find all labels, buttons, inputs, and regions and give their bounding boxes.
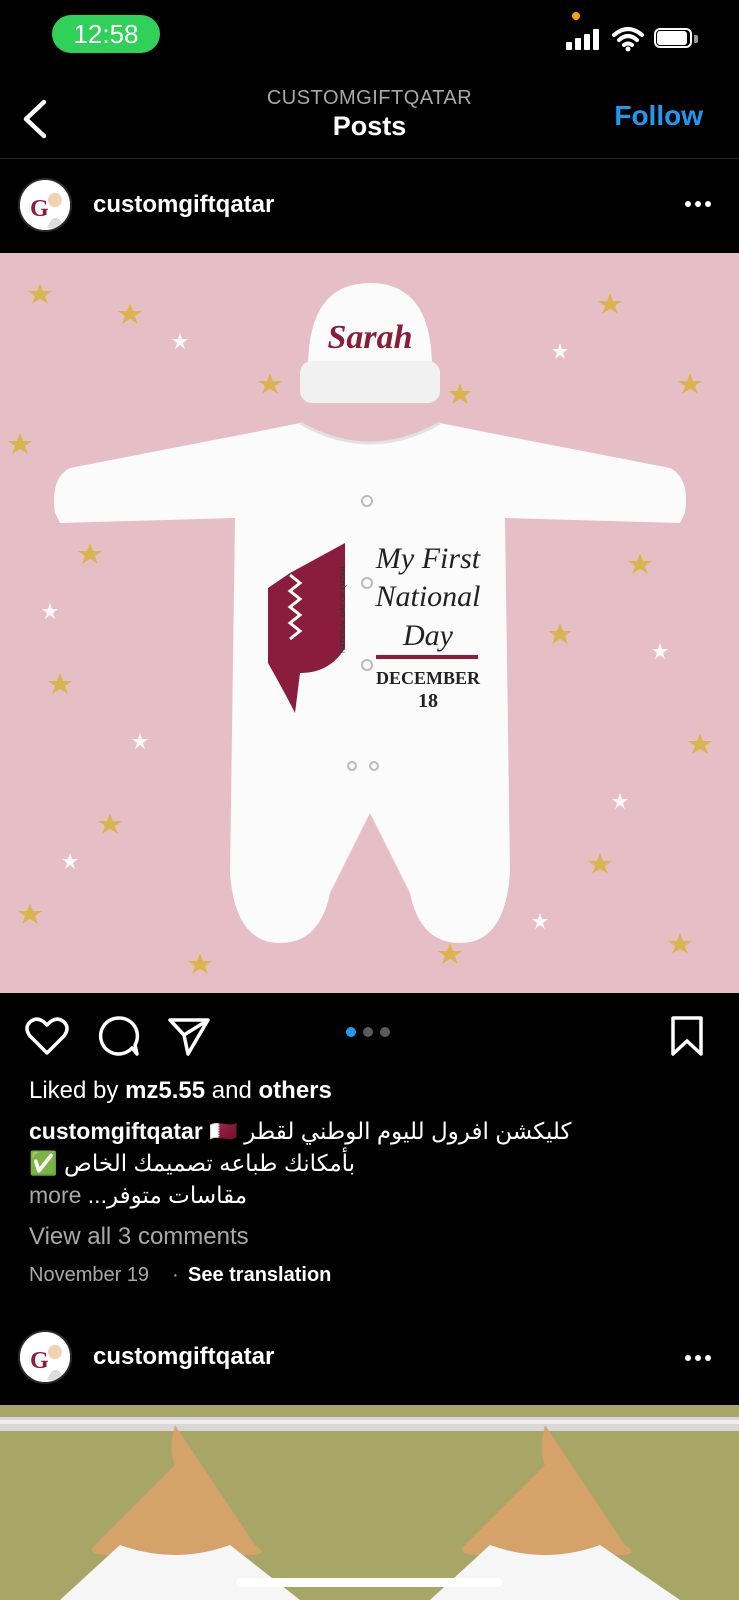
- meta-separator: ·: [172, 1264, 179, 1286]
- heart-icon[interactable]: [24, 1013, 70, 1059]
- post-username[interactable]: customgiftqatar: [93, 191, 274, 219]
- post2-username[interactable]: customgiftqatar: [93, 1343, 274, 1371]
- more-link[interactable]: more: [29, 1182, 81, 1208]
- print-line3: Day: [402, 619, 454, 652]
- battery-icon: [654, 28, 700, 50]
- caption-line-1: customgiftqatar كليكشن افرول لليوم الوطن…: [29, 1118, 572, 1145]
- print-day: 18: [418, 690, 438, 712]
- vertical-print-text: NATIONAL DAY OF QATAR: [340, 566, 347, 653]
- follow-button[interactable]: Follow: [614, 100, 703, 132]
- share-icon[interactable]: [166, 1013, 212, 1059]
- print-date: DECEMBER: [376, 668, 481, 688]
- view-comments-link[interactable]: View all 3 comments: [29, 1223, 249, 1251]
- liked-prefix: Liked by: [29, 1077, 126, 1104]
- romper-photo: Sarah NATIONAL DAY OF QATAR My First Nat…: [8, 283, 712, 974]
- header-divider: [0, 158, 739, 159]
- liked-by-text: Liked by mz5.55 and others: [29, 1077, 332, 1105]
- caption-line-2: بأمكانك طباعه تصميمك الخاص ✅: [29, 1150, 356, 1176]
- post2-image[interactable]: [0, 1405, 739, 1600]
- post-image[interactable]: Sarah NATIONAL DAY OF QATAR My First Nat…: [0, 253, 739, 993]
- caption-text-3: مقاسات متوفر...: [87, 1182, 248, 1208]
- hat-name-text: Sarah: [327, 319, 412, 356]
- caption-username[interactable]: customgiftqatar: [29, 1118, 203, 1144]
- caption-line-3: more مقاسات متوفر...: [29, 1182, 247, 1209]
- liked-mid: and: [205, 1077, 259, 1104]
- carousel-indicator: [346, 1027, 396, 1039]
- wifi-icon: [612, 27, 644, 52]
- logo-icon: G: [20, 1332, 70, 1382]
- cellular-signal-icon: [566, 28, 602, 50]
- more-icon[interactable]: [685, 201, 717, 211]
- comment-icon[interactable]: [96, 1013, 142, 1059]
- hangers-photo: [0, 1417, 739, 1600]
- print-line2: National: [374, 580, 480, 613]
- svg-text:G: G: [30, 196, 49, 222]
- liked-others-link[interactable]: others: [259, 1077, 332, 1104]
- status-time: 12:58: [52, 15, 160, 53]
- caption-text-1: كليكشن افرول لليوم الوطني لقطر 🇶🇦: [209, 1118, 572, 1144]
- see-translation-link[interactable]: See translation: [188, 1264, 331, 1287]
- post-date: November 19: [29, 1264, 150, 1286]
- svg-text:G: G: [30, 1348, 49, 1374]
- liked-user-link[interactable]: mz5.55: [125, 1077, 205, 1104]
- home-indicator[interactable]: [236, 1578, 502, 1587]
- print-line1: My First: [375, 542, 481, 575]
- mic-indicator-dot: [572, 12, 580, 20]
- bookmark-icon[interactable]: [664, 1013, 710, 1059]
- avatar[interactable]: G: [18, 1330, 72, 1384]
- logo-icon: G: [20, 180, 70, 230]
- avatar[interactable]: G: [18, 178, 72, 232]
- more-icon[interactable]: [685, 1355, 717, 1365]
